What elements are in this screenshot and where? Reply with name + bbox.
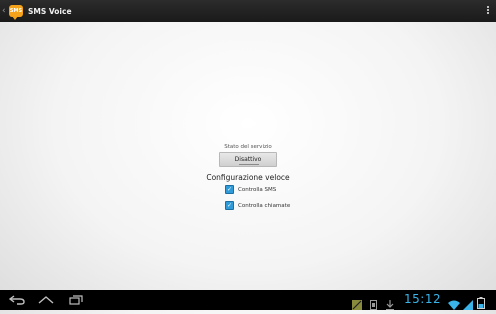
service-toggle-label: Disattivo [234, 156, 262, 163]
main-content: Stato del servizio Disattivo Configurazi… [0, 22, 496, 290]
battery-icon [477, 294, 485, 313]
check-calls-checkbox[interactable]: ✓ [225, 201, 234, 210]
back-icon[interactable] [8, 294, 26, 306]
quick-config-title: Configurazione veloce [206, 173, 290, 182]
clock-time[interactable]: 15:12 [404, 292, 441, 306]
service-toggle-button[interactable]: Disattivo [219, 152, 277, 167]
system-bar: 15:12 [0, 290, 496, 310]
recent-apps-icon[interactable] [67, 294, 85, 306]
check-calls-row[interactable]: ✓ Controlla chiamate [225, 201, 290, 210]
wifi-icon [448, 295, 460, 314]
app-title: SMS Voice [28, 6, 72, 16]
check-sms-row[interactable]: ✓ Controlla SMS [225, 185, 276, 194]
up-caret-icon[interactable]: ‹ [2, 6, 8, 16]
service-status-label: Stato del servizio [224, 144, 272, 150]
check-sms-checkbox[interactable]: ✓ [225, 185, 234, 194]
home-icon[interactable] [37, 294, 55, 306]
action-bar: ‹ SMS SMS Voice [0, 0, 496, 22]
overflow-menu-icon[interactable] [487, 6, 490, 15]
toggle-indicator-bar [239, 163, 259, 165]
notification-sim-icon[interactable] [370, 295, 377, 314]
notification-edit-icon[interactable] [352, 295, 362, 314]
signal-icon [463, 295, 473, 314]
check-calls-label: Controlla chiamate [238, 202, 291, 209]
app-logo-icon[interactable]: SMS [9, 5, 23, 20]
check-sms-label: Controlla SMS [238, 186, 277, 193]
notification-download-icon[interactable] [386, 295, 394, 314]
app-icon-text: SMS [9, 7, 23, 14]
